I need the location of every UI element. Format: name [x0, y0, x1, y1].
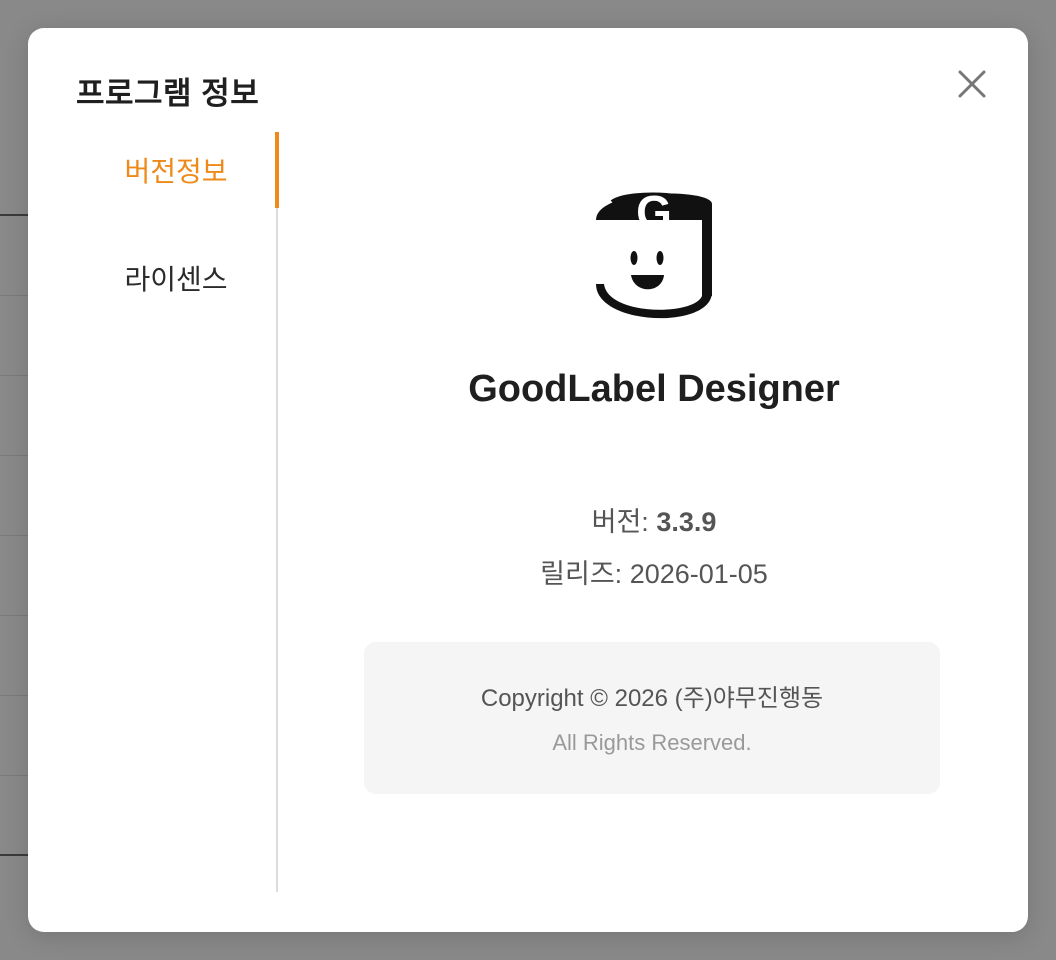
- background-divider: [0, 535, 28, 536]
- close-button[interactable]: [952, 64, 992, 104]
- background-divider: [0, 455, 28, 456]
- about-dialog: 프로그램 정보 버전정보 라이센스 G GoodLabel Designer 버…: [28, 28, 1028, 932]
- version-value: 3.3.9: [656, 507, 717, 537]
- sidebar-item-license[interactable]: 라이센스: [76, 240, 276, 316]
- background-divider: [0, 295, 28, 296]
- sidebar-item-label: 버전정보: [124, 156, 228, 187]
- background-divider: [0, 695, 28, 696]
- goodlabel-logo: G: [596, 186, 712, 319]
- dialog-sidebar: 버전정보 라이센스: [76, 132, 279, 892]
- rights-text: All Rights Reserved.: [552, 730, 752, 755]
- background-divider: [0, 775, 28, 776]
- release-value: 2026-01-05: [629, 559, 768, 589]
- background-divider: [0, 854, 28, 856]
- background-divider: [0, 615, 28, 616]
- sidebar-item-label: 라이센스: [124, 264, 228, 295]
- background-divider: [0, 375, 28, 376]
- close-icon: [958, 70, 986, 98]
- release-line: 릴리즈: 2026-01-05: [280, 552, 1028, 591]
- app-name: GoodLabel Designer: [468, 368, 840, 410]
- dialog-title: 프로그램 정보: [76, 76, 260, 111]
- version-info-panel: G GoodLabel Designer 버전: 3.3.9 릴리즈: 2026…: [280, 132, 1028, 892]
- copyright-box: Copyright © 2026 (주)야무진행동 All Rights Res…: [364, 642, 940, 794]
- version-line: 버전: 3.3.9: [280, 500, 1028, 539]
- copyright-text: Copyright © 2026 (주)야무진행동: [480, 685, 824, 712]
- release-label: 릴리즈:: [540, 559, 623, 589]
- version-label: 버전:: [591, 507, 649, 537]
- sidebar-item-version-info[interactable]: 버전정보: [76, 132, 279, 208]
- svg-text:G: G: [636, 186, 672, 238]
- background-divider: [0, 214, 28, 216]
